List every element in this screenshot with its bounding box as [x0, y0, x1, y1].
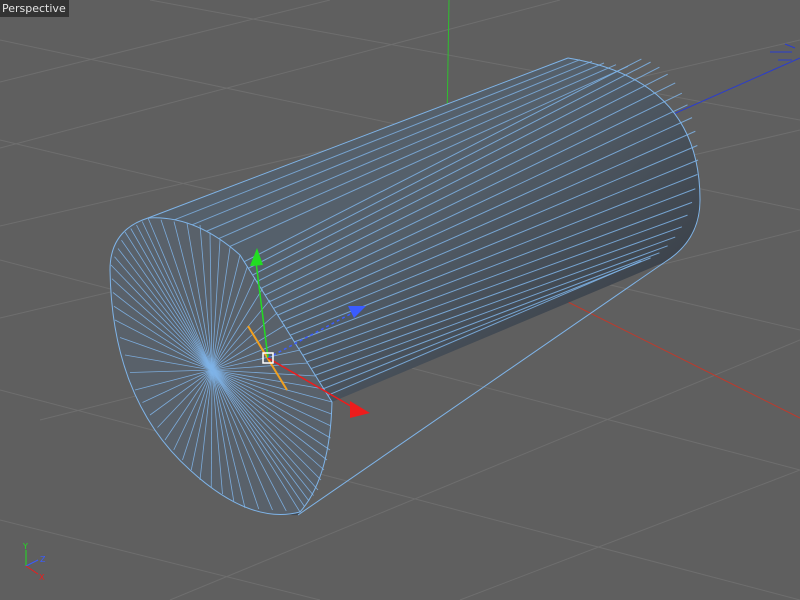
orientation-z-label: Z	[40, 555, 46, 564]
grid-line	[0, 519, 321, 600]
orientation-x-label: X	[39, 573, 45, 582]
orientation-indicator: Y Z X	[22, 542, 46, 582]
perspective-viewport[interactable]: Y Z X Perspective	[0, 0, 800, 600]
gizmo-x-arrow[interactable]	[350, 401, 370, 418]
grid-line	[459, 469, 800, 600]
viewport-scene[interactable]: Y Z X	[0, 0, 800, 600]
grid-line	[0, 389, 800, 600]
world-axis-x	[559, 297, 800, 419]
orientation-y-label: Y	[22, 542, 28, 551]
viewport-title[interactable]: Perspective	[0, 0, 69, 17]
